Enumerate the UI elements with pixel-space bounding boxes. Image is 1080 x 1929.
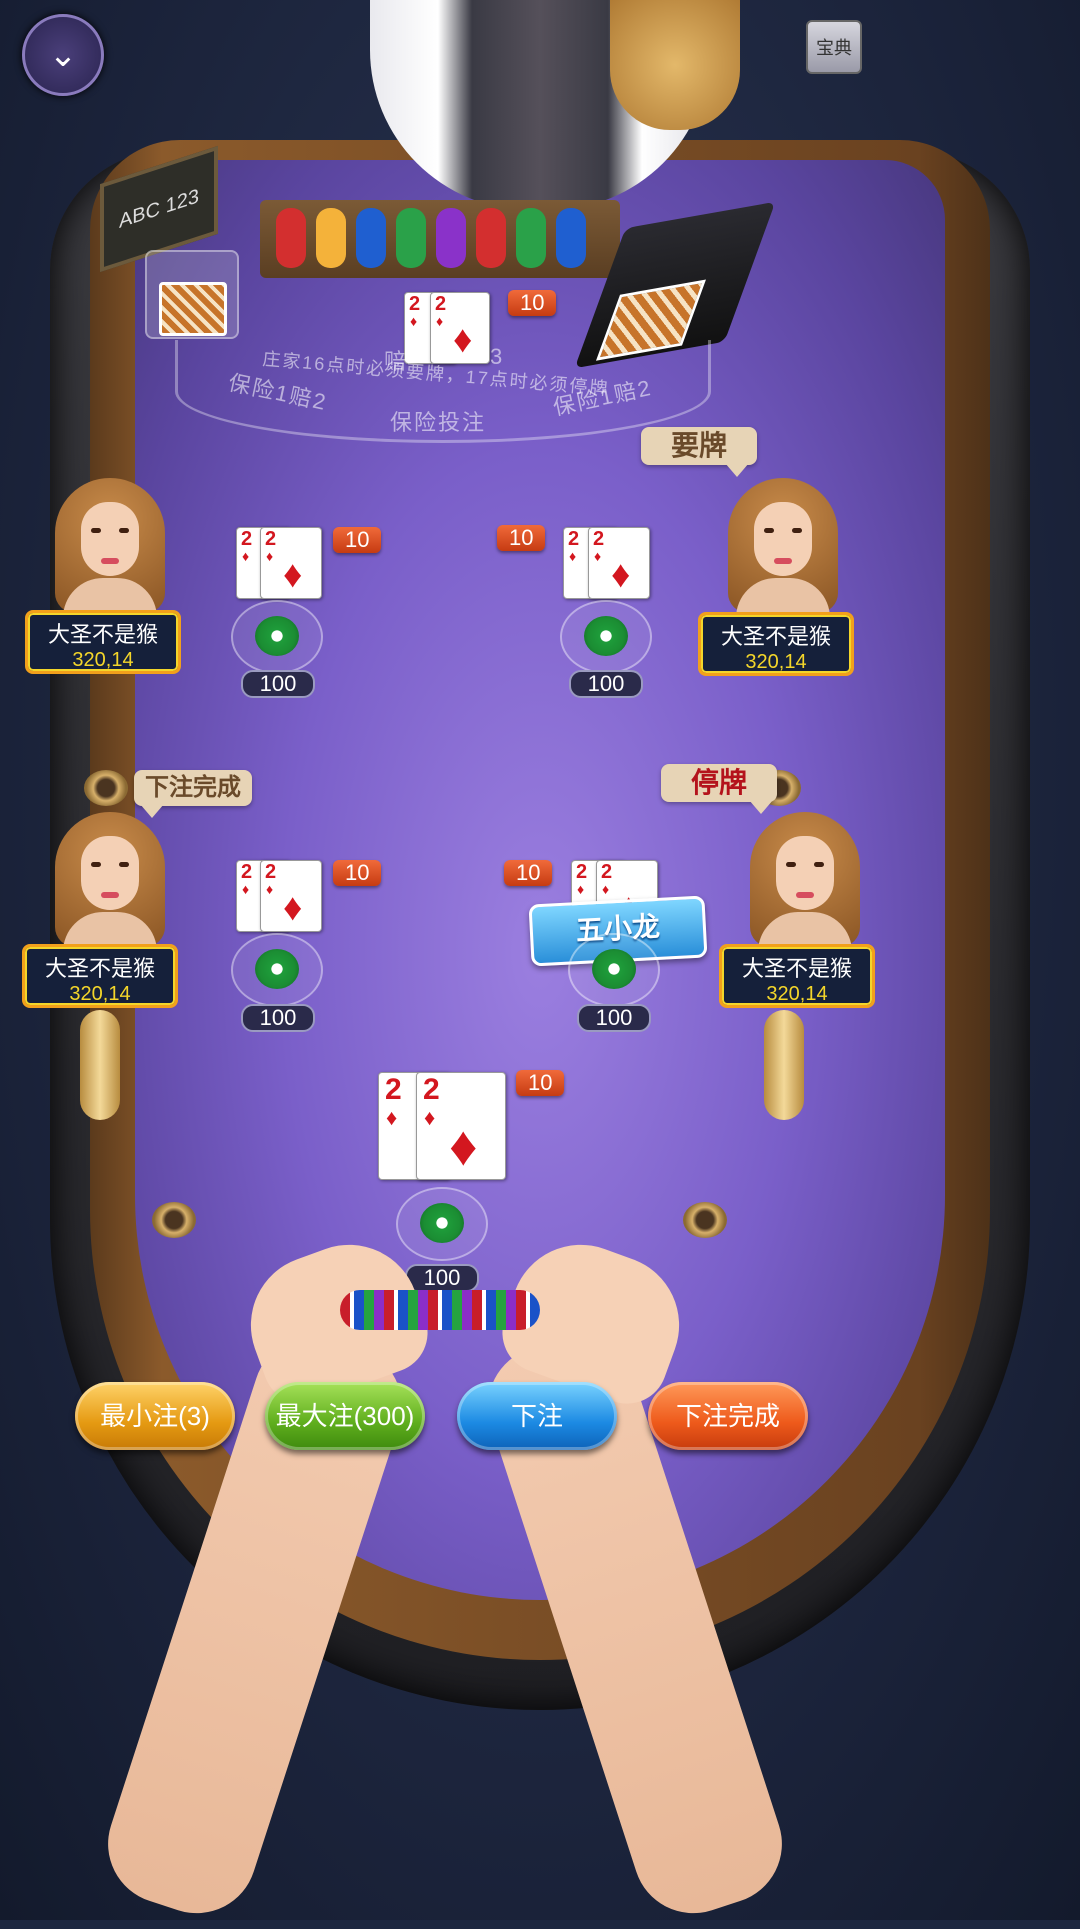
rack-chips-green xyxy=(396,208,426,268)
player-score: 320,14 xyxy=(69,983,131,1005)
cup-holder xyxy=(152,1202,196,1238)
bet-spot[interactable]: ♠ xyxy=(560,600,652,674)
player-name: 大圣不是猴 xyxy=(44,956,155,981)
discard-tray xyxy=(145,250,239,339)
diamond-icon: ♦ xyxy=(386,1105,398,1130)
min-bet-button[interactable]: 最小注(3) xyxy=(75,1382,235,1450)
chip-icon: ♠ xyxy=(592,949,636,989)
cup-holder xyxy=(683,1202,727,1238)
rack-chips-blue xyxy=(556,208,586,268)
player-nameplate: 大圣不是猴 320,14 xyxy=(719,944,875,1008)
insurance-center-text: 保险投注 xyxy=(390,410,487,435)
chip-icon: ♠ xyxy=(255,616,299,656)
avatar[interactable] xyxy=(718,478,848,618)
bet-done-button[interactable]: 下注完成 xyxy=(648,1382,808,1450)
rack-chips-green xyxy=(516,208,546,268)
bet-amount: 100 xyxy=(569,670,643,698)
chevron-down-icon: ⌄ xyxy=(48,36,78,74)
chip-icon: ♠ xyxy=(255,949,299,989)
points-badge: 10 xyxy=(333,860,382,886)
status-bubble-stand: 停牌 xyxy=(661,764,777,814)
chip-rack xyxy=(260,200,620,278)
bet-spot[interactable]: ♠ xyxy=(568,933,660,1007)
points-badge: 10 xyxy=(333,527,382,553)
bet-amount: 100 xyxy=(577,1004,651,1032)
player-nameplate: 大圣不是猴 320,14 xyxy=(698,612,854,676)
diamond-icon: ♦ xyxy=(449,1114,478,1177)
player-score: 320,14 xyxy=(72,649,134,671)
avatar[interactable] xyxy=(45,812,175,952)
self-bet-spot[interactable]: ♠ xyxy=(396,1187,488,1261)
dealer-points-badge: 10 xyxy=(508,290,557,316)
seat-card: 2♦♦ xyxy=(260,860,322,932)
chip-tube xyxy=(80,1010,120,1120)
player-chip-stack xyxy=(340,1290,540,1330)
diamond-icon: ♦ xyxy=(283,887,303,929)
player-name: 大圣不是猴 xyxy=(47,622,158,647)
seat-card: 2♦♦ xyxy=(260,527,322,599)
diamond-icon: ♦ xyxy=(242,548,250,564)
rack-chips-purple xyxy=(436,208,466,268)
self-points-badge: 10 xyxy=(516,1070,565,1096)
diamond-icon: ♦ xyxy=(410,313,418,329)
handbook-button[interactable]: 宝典 xyxy=(806,20,862,74)
player-name: 大圣不是猴 xyxy=(741,956,852,981)
bet-spot[interactable]: ♠ xyxy=(231,933,323,1007)
bet-amount: 100 xyxy=(241,670,315,698)
status-bubble-hit: 要牌 xyxy=(641,427,757,477)
player-nameplate: 大圣不是猴 320,14 xyxy=(25,610,181,674)
self-card: 2 ♦ ♦ xyxy=(416,1072,506,1180)
avatar[interactable] xyxy=(45,478,175,618)
rack-chips-red xyxy=(476,208,506,268)
chip-tube xyxy=(764,1010,804,1120)
diamond-icon: ♦ xyxy=(436,313,444,329)
diamond-icon: ♦ xyxy=(577,881,585,897)
max-bet-button[interactable]: 最大注(300) xyxy=(265,1382,425,1450)
self-bet-amount: 100 xyxy=(405,1264,479,1292)
diamond-icon: ♦ xyxy=(283,554,303,596)
rack-chips-blue xyxy=(356,208,386,268)
status-bubble-bet-done: 下注完成 xyxy=(134,770,252,818)
collapse-button[interactable]: ⌄ xyxy=(22,14,104,96)
seat-card: 2♦♦ xyxy=(588,527,650,599)
bet-spot[interactable]: ♠ xyxy=(231,600,323,674)
dealer-hair xyxy=(610,0,740,130)
diamond-icon: ♦ xyxy=(569,548,577,564)
diamond-icon: ♦ xyxy=(242,881,250,897)
chip-icon: ♠ xyxy=(420,1203,464,1243)
points-badge: 10 xyxy=(497,525,546,551)
rack-chips-red xyxy=(276,208,306,268)
cup-holder xyxy=(84,770,128,806)
handbook-label: 宝典 xyxy=(816,38,852,58)
bet-amount: 100 xyxy=(241,1004,315,1032)
diamond-icon: ♦ xyxy=(611,554,631,596)
chip-icon: ♠ xyxy=(584,616,628,656)
card-back xyxy=(159,282,227,336)
player-nameplate: 大圣不是猴 320,14 xyxy=(22,944,178,1008)
player-score: 320,14 xyxy=(745,651,807,673)
bet-button[interactable]: 下注 xyxy=(457,1382,617,1450)
points-badge: 10 xyxy=(504,860,553,886)
rack-chips-yellow xyxy=(316,208,346,268)
player-name: 大圣不是猴 xyxy=(720,624,831,649)
avatar[interactable] xyxy=(740,812,870,952)
player-score: 320,14 xyxy=(766,983,828,1005)
